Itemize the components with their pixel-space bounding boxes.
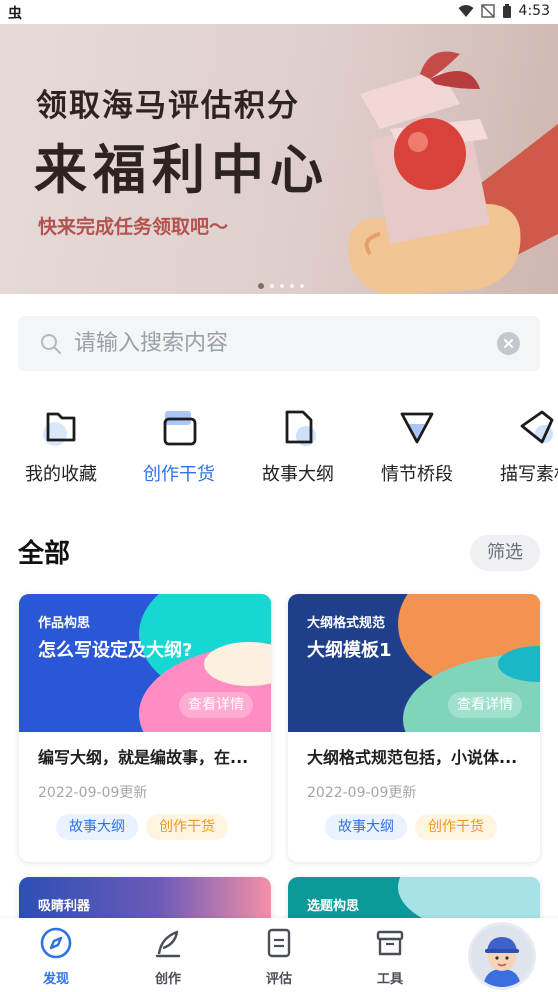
card-category: 吸睛利器: [38, 899, 91, 914]
avatar-illustration: [471, 925, 533, 987]
category-description-materials[interactable]: 描写素材: [481, 400, 558, 486]
folder-icon: [43, 412, 76, 446]
card-category: 选题构思: [307, 899, 360, 914]
category-plot-bridges[interactable]: 情节桥段: [362, 400, 472, 486]
document-icon: [285, 410, 316, 446]
card-header: 大纲格式规范 大纲模板1 查看详情: [288, 594, 540, 732]
nav-label: 发现: [42, 972, 69, 987]
tag[interactable]: 创作干货: [415, 814, 497, 840]
category-label: 我的收藏: [25, 464, 97, 485]
banner-line1: 领取海马评估积分: [36, 88, 300, 124]
compass-icon: [40, 927, 72, 959]
nav-label: 评估: [265, 972, 292, 987]
promo-banner[interactable]: 领取海马评估积分 来福利中心 快来完成任务领取吧～: [0, 24, 558, 294]
carousel-dot[interactable]: [270, 284, 274, 288]
card-header: 作品构思 怎么写设定及大纲? 查看详情: [19, 594, 271, 732]
carousel-dots: [258, 283, 304, 289]
card-title: 怎么写设定及大纲?: [38, 640, 193, 661]
nav-create[interactable]: 创作: [128, 926, 208, 987]
category-row: 我的收藏 创作干货 故事大纲 情节桥段 描写素: [0, 400, 558, 500]
banner-line3: 快来完成任务领取吧～: [38, 216, 229, 238]
search-input[interactable]: [74, 316, 494, 371]
category-label: 情节桥段: [381, 464, 453, 485]
tag[interactable]: 故事大纲: [56, 814, 138, 840]
clipboard-icon: [267, 928, 291, 958]
close-icon: [504, 339, 513, 348]
carousel-dot[interactable]: [300, 284, 304, 288]
shield-icon: [400, 412, 434, 444]
card-title: 大纲模板1: [307, 640, 392, 661]
article-card[interactable]: 大纲格式规范 大纲模板1 查看详情 大纲格式规范包括，小说体... 2022-0…: [288, 594, 540, 862]
box-icon: [163, 411, 197, 446]
nav-label: 创作: [154, 972, 181, 987]
notification-icon: 虫: [8, 6, 22, 22]
category-story-outline[interactable]: 故事大纲: [243, 400, 353, 486]
article-card[interactable]: 作品构思 怎么写设定及大纲? 查看详情 编写大纲，就是编故事，在... 2022…: [19, 594, 271, 862]
card-tags: 故事大纲 创作干货: [325, 814, 540, 840]
view-details-button[interactable]: 查看详情: [448, 692, 522, 718]
clock: 4:53: [518, 3, 550, 19]
category-favorites[interactable]: 我的收藏: [6, 400, 116, 486]
nav-evaluate[interactable]: 评估: [239, 926, 319, 987]
clear-search-button[interactable]: [497, 332, 520, 355]
banner-line2: 来福利中心: [34, 140, 329, 201]
category-label: 描写素材: [500, 464, 558, 485]
no-signal-icon: [480, 4, 495, 18]
avatar[interactable]: [468, 922, 536, 990]
card-date: 2022-09-09更新: [38, 785, 148, 801]
view-details-button[interactable]: 查看详情: [179, 692, 253, 718]
battery-icon: [502, 3, 511, 18]
nav-tools[interactable]: 工具: [350, 926, 430, 987]
nav-discover[interactable]: 发现: [16, 926, 96, 987]
carousel-dot[interactable]: [258, 283, 264, 289]
gift-box-illustration: [348, 51, 558, 294]
filter-button[interactable]: 筛选: [470, 535, 540, 571]
category-writing-tips[interactable]: 创作干货: [124, 400, 234, 486]
carousel-dot[interactable]: [290, 284, 294, 288]
tag[interactable]: 创作干货: [146, 814, 228, 840]
category-label: 创作干货: [143, 464, 215, 485]
card-category: 作品构思: [38, 616, 91, 631]
quill-icon: [155, 930, 181, 958]
category-label: 故事大纲: [262, 464, 334, 485]
search-icon: [41, 334, 61, 354]
card-date: 2022-09-09更新: [307, 785, 417, 801]
wifi-icon: [458, 5, 474, 17]
status-bar: 虫 4:53: [0, 0, 558, 24]
toolbox-icon: [376, 930, 404, 956]
section-title: 全部: [18, 539, 71, 569]
carousel-dot[interactable]: [280, 284, 284, 288]
nav-label: 工具: [376, 972, 403, 987]
card-description: 编写大纲，就是编故事，在...: [38, 748, 249, 767]
tag[interactable]: 故事大纲: [325, 814, 407, 840]
search-bar[interactable]: [18, 316, 540, 371]
card-description: 大纲格式规范包括，小说体...: [307, 748, 518, 767]
card-category: 大纲格式规范: [307, 616, 386, 631]
card-tags: 故事大纲 创作干货: [56, 814, 271, 840]
bottom-navigation: 发现 创作 评估 工具: [0, 918, 558, 992]
tag-icon: [520, 410, 554, 444]
